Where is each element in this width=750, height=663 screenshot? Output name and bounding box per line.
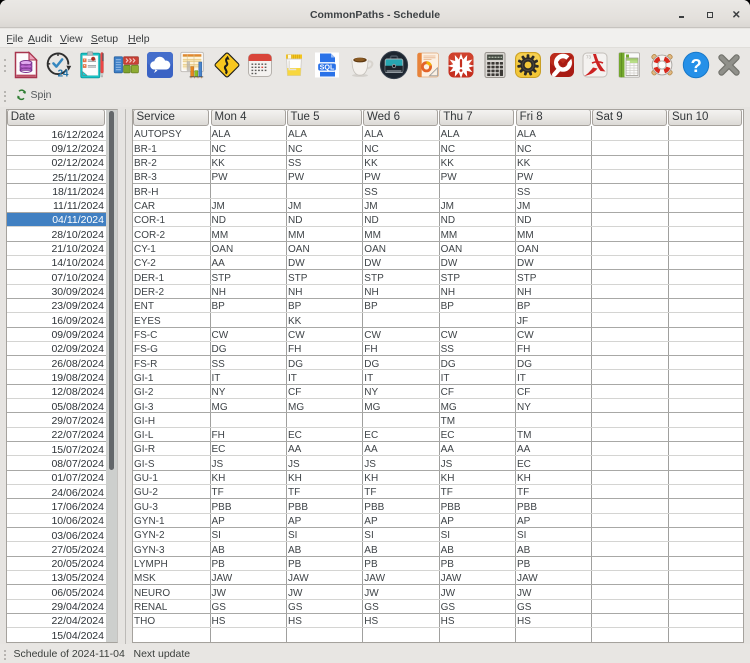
- svg-text:24: 24: [58, 68, 69, 79]
- svg-text:?: ?: [690, 55, 701, 76]
- svg-text:SQL: SQL: [320, 62, 335, 71]
- svg-text:73: 73: [586, 54, 592, 59]
